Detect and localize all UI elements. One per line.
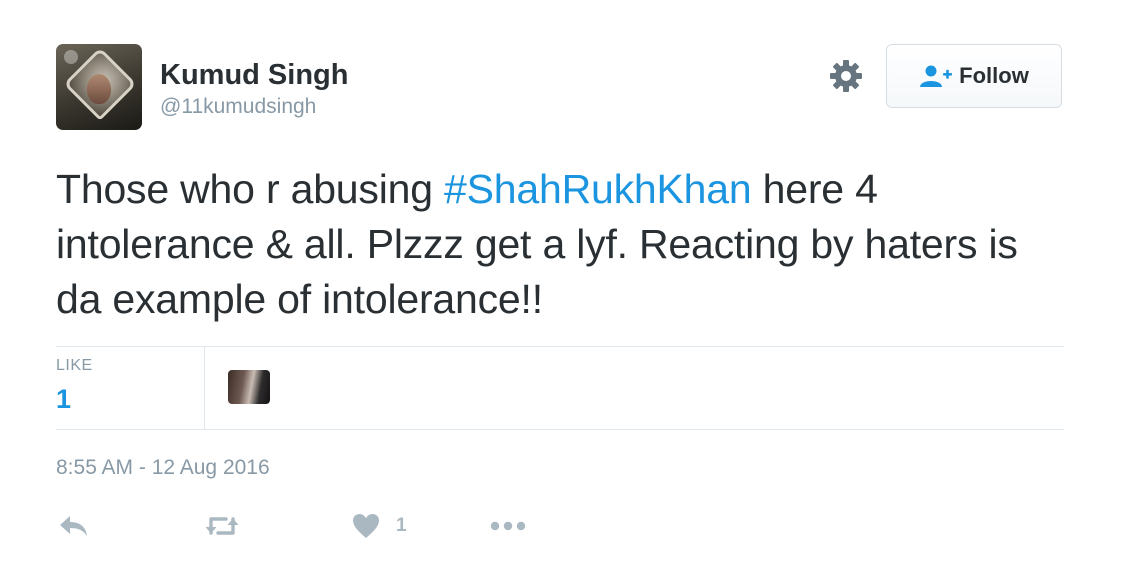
add-user-icon (920, 65, 953, 87)
more-icon (490, 521, 526, 531)
like-stat-label: LIKE (56, 357, 93, 374)
retweet-button[interactable] (204, 512, 240, 540)
retweet-icon (205, 517, 239, 535)
avatar-glint (64, 50, 78, 64)
more-button[interactable] (490, 512, 526, 540)
like-action-count: 1 (396, 515, 407, 536)
user-handle[interactable]: @11kumudsingh (160, 94, 316, 120)
user-avatar[interactable] (56, 44, 142, 130)
stats-separator (204, 347, 205, 429)
tweet-text-before: Those who r abusing (56, 166, 445, 212)
like-button[interactable]: 1 (352, 512, 407, 540)
liker-avatar[interactable] (228, 370, 270, 404)
hashtag-link[interactable]: #ShahRukhKhan (444, 166, 752, 212)
follow-button-label: Follow (959, 63, 1029, 88)
like-stat-count[interactable]: 1 (56, 384, 71, 415)
follow-button[interactable]: Follow (886, 44, 1062, 108)
gear-icon[interactable] (828, 58, 864, 94)
tweet-text: Those who r abusing #ShahRukhKhan here 4… (56, 162, 1066, 327)
tweet-timestamp[interactable]: 8:55 AM - 12 Aug 2016 (56, 456, 270, 480)
reply-icon (60, 516, 87, 536)
heart-icon (353, 514, 379, 538)
reply-button[interactable] (58, 512, 90, 540)
avatar-face (87, 74, 111, 104)
stats-top-divider (56, 346, 1064, 347)
user-display-name[interactable]: Kumud Singh (160, 58, 348, 92)
stats-bottom-divider (56, 429, 1064, 430)
